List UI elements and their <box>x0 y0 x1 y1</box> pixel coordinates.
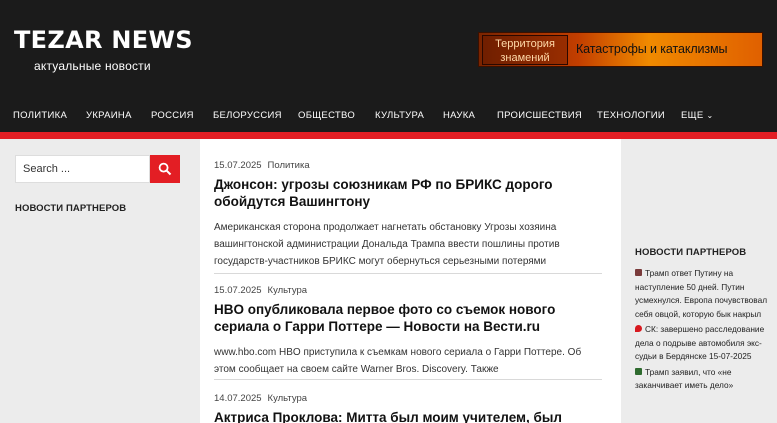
post-meta: 14.07.2025 Культура <box>214 393 602 404</box>
post-meta: 15.07.2025 Культура <box>214 285 602 296</box>
nav-item-nauka[interactable]: НАУКА <box>443 110 475 121</box>
partner-news-text: Трамп ответ Путину на наступление 50 дне… <box>635 268 768 319</box>
nav-item-proisshestviya[interactable]: ПРОИСШЕСТВИЯ <box>497 110 582 121</box>
partner-news-text: Трамп заявил, что «не заканчивает иметь … <box>635 366 734 391</box>
post-item: 15.07.2025 Политика Джонсон: угрозы союзн… <box>214 160 602 270</box>
search-icon <box>158 162 172 176</box>
post-date[interactable]: 15.07.2025 <box>214 285 262 296</box>
site-tagline: актуальные новости <box>34 59 151 73</box>
nav-item-more-label: ЕЩЕ <box>681 110 704 121</box>
post-title[interactable]: HBO опубликовала первое фото со съемок н… <box>214 301 602 335</box>
post-date[interactable]: 15.07.2025 <box>214 160 262 171</box>
right-sidebar: НОВОСТИ ПАРТНЕРОВ Трамп ответ Путину на … <box>621 139 777 423</box>
post-date[interactable]: 14.07.2025 <box>214 393 262 404</box>
post-title[interactable]: Джонсон: угрозы союзникам РФ по БРИКС до… <box>214 176 602 210</box>
main-nav: ПОЛИТИКА УКРАИНА РОССИЯ БЕЛОРУССИЯ ОБЩЕС… <box>0 100 777 132</box>
post-meta: 15.07.2025 Политика <box>214 160 602 171</box>
partners-list: Трамп ответ Путину на наступление 50 дне… <box>635 267 769 395</box>
site-title[interactable]: TEZAR NEWS <box>14 26 193 54</box>
nav-item-kultura[interactable]: КУЛЬТУРА <box>375 110 424 121</box>
partner-news-text: СК: завершено расследование дела о подры… <box>635 324 765 361</box>
nav-item-belorussiya[interactable]: БЕЛОРУССИЯ <box>213 110 282 121</box>
nav-item-obshchestvo[interactable]: ОБЩЕСТВО <box>298 110 355 121</box>
post-category[interactable]: Политика <box>268 160 310 171</box>
news-source-icon <box>635 367 642 375</box>
nav-item-tekhnologii[interactable]: ТЕХНОЛОГИИ <box>597 110 665 121</box>
post-category[interactable]: Культура <box>268 393 308 404</box>
banner-right-text: Катастрофы и катаклизмы <box>576 42 728 56</box>
site-header: TEZAR NEWS актуальные новости Территория… <box>0 0 777 100</box>
partners-widget-title: НОВОСТИ ПАРТНЕРОВ <box>15 203 127 214</box>
post-divider <box>214 273 602 274</box>
partner-news-item[interactable]: Трамп заявил, что «не заканчивает иметь … <box>635 366 769 393</box>
post-excerpt: Американская сторона продолжает нагнетат… <box>214 222 560 267</box>
partners-widget-title: НОВОСТИ ПАРТНЕРОВ <box>635 247 747 258</box>
left-sidebar: Search ... НОВОСТИ ПАРТНЕРОВ <box>0 139 200 423</box>
partner-news-item[interactable]: СК: завершено расследование дела о подры… <box>635 323 769 364</box>
search-button[interactable] <box>150 155 180 183</box>
pin-icon <box>635 325 642 332</box>
post-divider <box>214 379 602 380</box>
chevron-down-icon: ⌄ <box>706 111 714 120</box>
main-content: 15.07.2025 Политика Джонсон: угрозы союзн… <box>200 139 621 423</box>
post-item: 14.07.2025 Культура Актриса Проклова: Мит… <box>214 393 602 423</box>
post-item: 15.07.2025 Культура HBO опубликовала перв… <box>214 285 602 378</box>
post-excerpt: www.hbo.com HBO приступила к съемкам нов… <box>214 347 582 375</box>
news-source-icon <box>635 269 642 276</box>
header-banner[interactable]: Территория знамений Катастрофы и катакли… <box>478 32 763 67</box>
partner-news-item[interactable]: Трамп ответ Путину на наступление 50 дне… <box>635 267 769 321</box>
search-input[interactable]: Search ... <box>15 155 150 183</box>
accent-divider <box>0 132 777 139</box>
nav-item-more[interactable]: ЕЩЕ ⌄ <box>681 110 714 121</box>
nav-item-politika[interactable]: ПОЛИТИКА <box>13 110 67 121</box>
post-category[interactable]: Культура <box>268 285 308 296</box>
banner-left-text: Территория знамений <box>482 35 568 65</box>
nav-item-ukraina[interactable]: УКРАИНА <box>86 110 132 121</box>
post-title[interactable]: Актриса Проклова: Митта был моим учителе… <box>214 409 602 423</box>
nav-item-rossiya[interactable]: РОССИЯ <box>151 110 194 121</box>
